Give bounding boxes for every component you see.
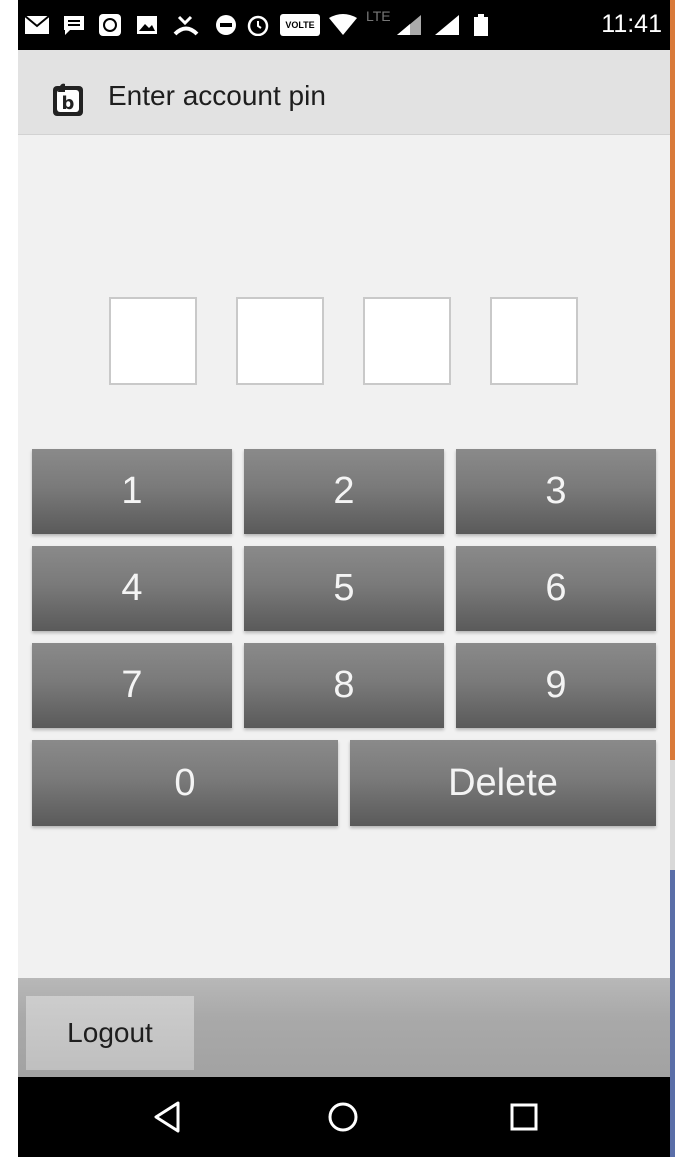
- svg-text:b: b: [62, 93, 75, 114]
- pin-digit-1[interactable]: [109, 297, 197, 385]
- key-4[interactable]: 4: [32, 546, 232, 631]
- key-7[interactable]: 7: [32, 643, 232, 728]
- pin-digit-3[interactable]: [363, 297, 451, 385]
- do-not-disturb-icon: [216, 15, 236, 35]
- background-accent-blue: [670, 870, 675, 1157]
- volte-label: VOLTE: [285, 20, 315, 30]
- lte-signal-icon: [397, 15, 421, 35]
- delete-button[interactable]: Delete: [350, 740, 656, 826]
- missed-call-icon: [173, 15, 199, 36]
- key-8[interactable]: 8: [244, 643, 444, 728]
- pin-digit-4[interactable]: [490, 297, 578, 385]
- key-3[interactable]: 3: [456, 449, 656, 534]
- key-1[interactable]: 1: [32, 449, 232, 534]
- status-clock: 11:41: [601, 10, 662, 38]
- back-icon[interactable]: [148, 1099, 188, 1135]
- logout-button[interactable]: Logout: [26, 996, 194, 1070]
- status-bar: VOLTE LTE 11:41: [18, 0, 670, 50]
- home-icon[interactable]: [323, 1099, 363, 1135]
- image-icon: [137, 16, 157, 34]
- alarm-icon: [247, 15, 269, 36]
- battery-icon: [474, 14, 488, 36]
- sticker-icon: [99, 14, 121, 36]
- key-6[interactable]: 6: [456, 546, 656, 631]
- signal-icon: [435, 15, 459, 35]
- key-9[interactable]: 9: [456, 643, 656, 728]
- pin-digit-2[interactable]: [236, 297, 324, 385]
- key-2[interactable]: 2: [244, 449, 444, 534]
- wifi-icon: [329, 14, 357, 35]
- key-5[interactable]: 5: [244, 546, 444, 631]
- phone-screen: VOLTE LTE 11:41 b Enter account pin 1 2 …: [18, 0, 670, 1157]
- navigation-bar: [18, 1077, 670, 1157]
- volte-icon: VOLTE: [280, 14, 320, 36]
- lte-label: LTE: [366, 8, 391, 24]
- recents-icon[interactable]: [504, 1099, 544, 1135]
- background-accent: [670, 0, 675, 760]
- key-0[interactable]: 0: [32, 740, 338, 826]
- page-title: Enter account pin: [108, 80, 326, 111]
- mail-icon: [24, 15, 50, 34]
- app-logo-icon: b: [53, 83, 83, 116]
- message-icon: [64, 16, 84, 35]
- background-edge: [670, 0, 675, 1157]
